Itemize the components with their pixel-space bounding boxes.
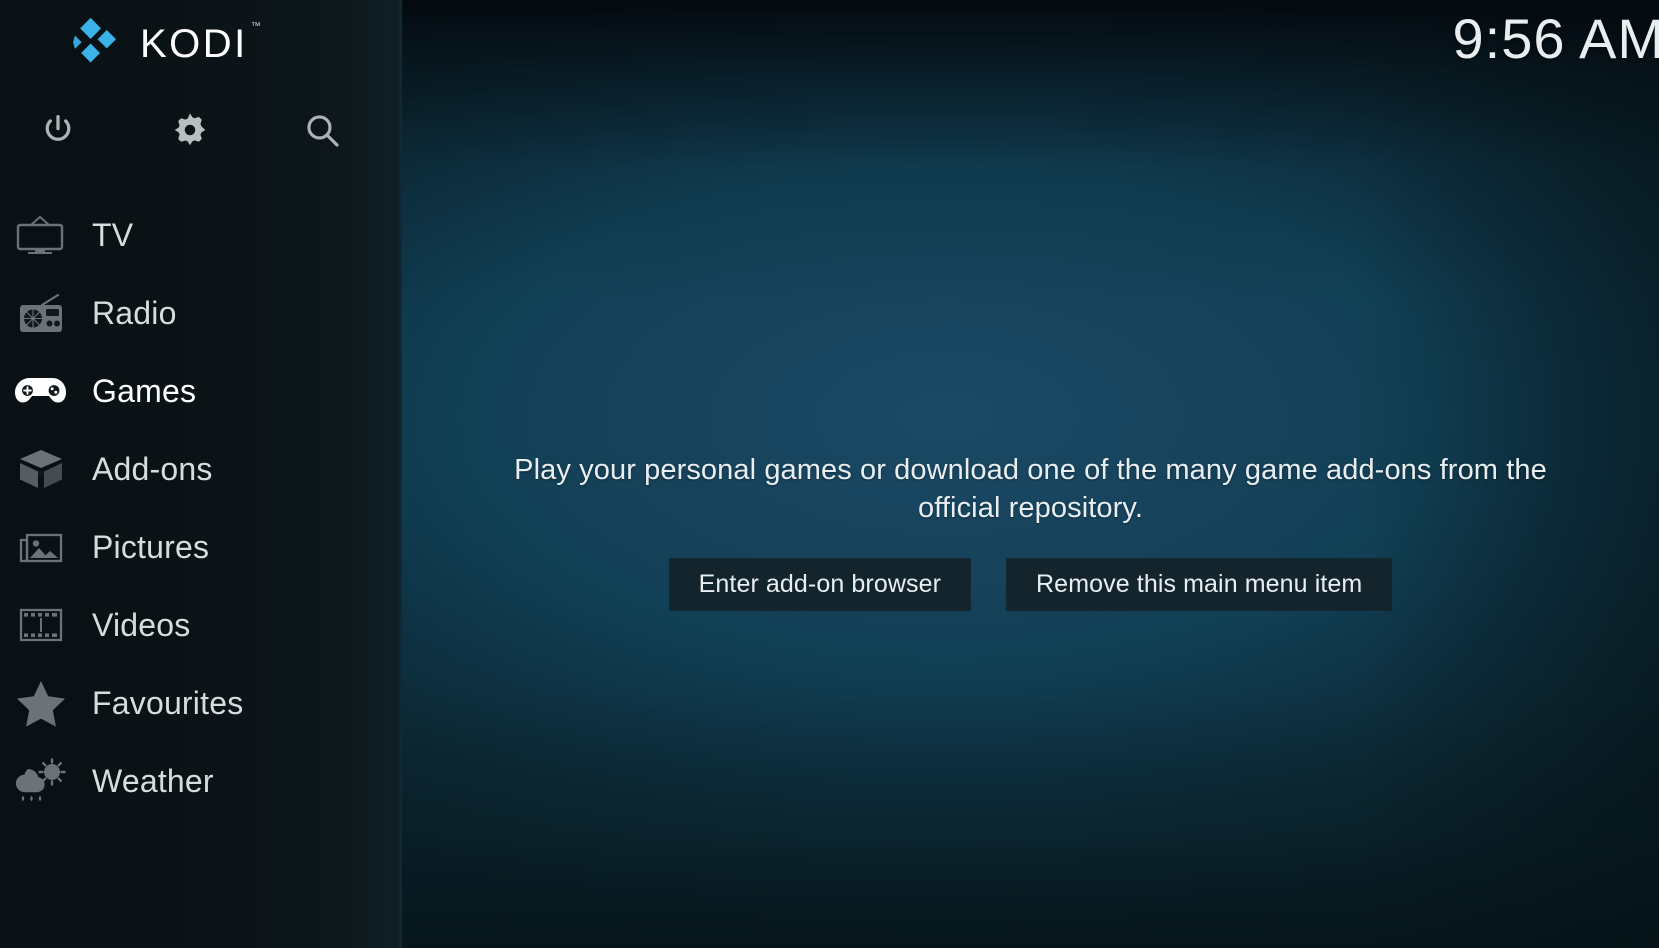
clock: 9:56 AM <box>1452 7 1659 70</box>
sidebar-item-label: Radio <box>92 295 177 331</box>
sidebar-item-pictures[interactable]: Pictures <box>0 508 402 586</box>
sidebar-item-videos[interactable]: Videos <box>0 586 402 664</box>
weather-icon <box>8 758 74 804</box>
sidebar-item-label: TV <box>92 217 134 253</box>
power-icon <box>45 115 71 141</box>
sidebar-item-label: Favourites <box>92 685 244 721</box>
kodi-logo: KODI ™ <box>72 16 261 72</box>
power-button[interactable] <box>33 105 83 155</box>
sidebar-item-favourites[interactable]: Favourites <box>0 664 402 742</box>
radio-icon <box>8 291 74 335</box>
addons-box-icon <box>8 447 74 491</box>
search-button[interactable] <box>297 105 347 155</box>
sidebar-item-label: Games <box>92 373 197 409</box>
gamepad-icon <box>8 374 74 408</box>
kodi-wordmark-text: KODI <box>140 22 248 66</box>
pictures-icon <box>8 526 74 568</box>
gear-icon <box>174 113 206 146</box>
star-icon <box>8 679 74 727</box>
sidebar: KODI ™ TV Radio Games Add-ons Pictures V… <box>0 0 402 948</box>
sidebar-item-label: Weather <box>92 763 214 799</box>
tv-icon <box>8 214 74 256</box>
settings-button[interactable] <box>165 105 215 155</box>
quick-actions <box>0 105 402 157</box>
remove-main-menu-item-button[interactable]: Remove this main menu item <box>1006 558 1393 612</box>
main-menu: TV Radio Games Add-ons Pictures Videos F… <box>0 196 402 820</box>
sidebar-item-label: Pictures <box>92 529 210 565</box>
kodi-wordmark: KODI ™ <box>140 22 261 66</box>
main-content: Play your personal games or download one… <box>402 0 1659 948</box>
sidebar-item-radio[interactable]: Radio <box>0 274 402 352</box>
enter-addon-browser-button[interactable]: Enter add-on browser <box>668 558 972 612</box>
sidebar-item-addons[interactable]: Add-ons <box>0 430 402 508</box>
sidebar-item-label: Add-ons <box>92 451 213 487</box>
action-button-row: Enter add-on browser Remove this main me… <box>668 558 1393 612</box>
kodi-logo-icon <box>73 17 116 63</box>
search-icon <box>307 115 339 147</box>
sidebar-item-games[interactable]: Games <box>0 352 402 430</box>
trademark-symbol: ™ <box>250 21 261 32</box>
sidebar-item-label: Videos <box>92 607 191 643</box>
kodi-home-screen: 9:56 AM Play your personal games or down… <box>0 0 1659 948</box>
sidebar-item-tv[interactable]: TV <box>0 196 402 274</box>
games-description: Play your personal games or download one… <box>514 454 1547 524</box>
film-strip-icon <box>8 605 74 645</box>
sidebar-item-weather[interactable]: Weather <box>0 742 402 820</box>
